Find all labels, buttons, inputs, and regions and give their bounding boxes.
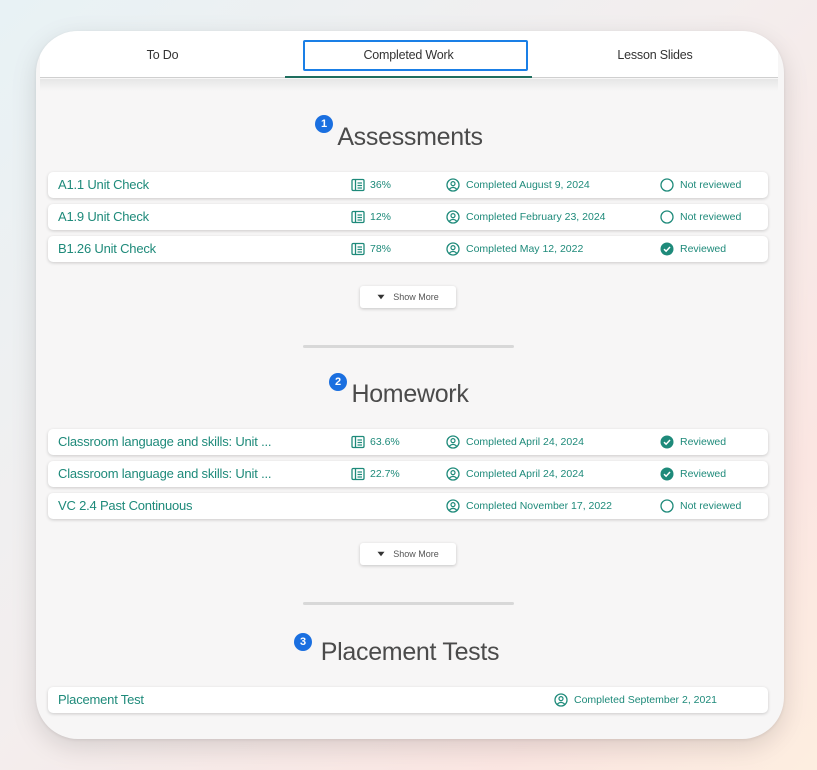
review-status-label: Not reviewed: [680, 179, 742, 191]
tab-to-do[interactable]: To Do: [40, 31, 285, 78]
assessments-heading: Assessments: [337, 123, 483, 151]
completed-date: Completed August 9, 2024: [466, 179, 590, 191]
check-circle-icon: [660, 435, 674, 449]
user-circle-icon: [446, 242, 460, 256]
assessment-row[interactable]: A1.9 Unit Check 12% Completed February 2…: [48, 204, 768, 230]
review-status-label: Reviewed: [680, 243, 727, 255]
review-status: Reviewed: [660, 429, 726, 455]
homework-name: Classroom language and skills: Unit ...: [58, 434, 272, 449]
placement-test-name: Placement Test: [58, 692, 144, 707]
gradebook-icon: [351, 435, 365, 449]
caret-down-icon: [377, 551, 385, 557]
gradebook-icon: [351, 210, 365, 224]
completed-work-card: To Do Completed Work Lesson Slides 1 Ass…: [36, 31, 784, 739]
score-cell: 12%: [351, 204, 391, 230]
completed-date: Completed February 23, 2024: [466, 211, 606, 223]
gradebook-icon: [351, 178, 365, 192]
review-status-label: Not reviewed: [680, 500, 742, 512]
completed-date: Completed April 24, 2024: [466, 468, 584, 480]
score-value: 12%: [370, 211, 392, 223]
user-circle-icon: [446, 210, 460, 224]
homework-heading: Homework: [351, 380, 469, 408]
score-value: 22.7%: [370, 468, 400, 480]
completed-cell: Completed April 24, 2024: [446, 461, 584, 487]
assessment-name: A1.9 Unit Check: [58, 209, 149, 224]
active-tab-indicator: [285, 76, 532, 78]
review-status-label: Reviewed: [680, 436, 727, 448]
homework-name: Classroom language and skills: Unit ...: [58, 466, 272, 481]
review-status: Not reviewed: [660, 493, 741, 519]
homework-name: VC 2.4 Past Continuous: [58, 498, 193, 513]
review-status-label: Reviewed: [680, 468, 727, 480]
user-circle-icon: [554, 693, 568, 707]
check-circle-icon: [660, 467, 674, 481]
completed-cell: Completed April 24, 2024: [446, 429, 584, 455]
section-divider: [303, 345, 514, 348]
assessment-name: B1.26 Unit Check: [58, 241, 156, 256]
empty-circle-icon: [660, 499, 674, 513]
score-value: 36%: [370, 179, 392, 191]
section-divider: [303, 602, 514, 605]
show-more-label: Show More: [393, 292, 439, 302]
assessment-row[interactable]: A1.1 Unit Check 36% Completed August 9, …: [48, 172, 768, 198]
completed-cell: Completed August 9, 2024: [446, 172, 590, 198]
review-status: Not reviewed: [660, 172, 741, 198]
user-circle-icon: [446, 467, 460, 481]
review-status: Reviewed: [660, 236, 726, 262]
empty-circle-icon: [660, 178, 674, 192]
review-status: Reviewed: [660, 461, 726, 487]
assessment-row[interactable]: B1.26 Unit Check 78% Completed May 12, 2…: [48, 236, 768, 262]
review-status: Not reviewed: [660, 204, 741, 230]
completed-cell: Completed May 12, 2022: [446, 236, 583, 262]
score-cell: 63.6%: [351, 429, 400, 455]
completed-cell: Completed September 2, 2021: [554, 687, 717, 713]
user-circle-icon: [446, 499, 460, 513]
assessments-show-more-button[interactable]: Show More: [360, 286, 456, 308]
user-circle-icon: [446, 435, 460, 449]
homework-row[interactable]: Classroom language and skills: Unit ... …: [48, 429, 768, 455]
completed-cell: Completed February 23, 2024: [446, 204, 606, 230]
homework-row[interactable]: VC 2.4 Past Continuous Completed Novembe…: [48, 493, 768, 519]
completed-date: Completed November 17, 2022: [466, 500, 612, 512]
score-cell: 78%: [351, 236, 391, 262]
empty-circle-icon: [660, 210, 674, 224]
completed-date: Completed April 24, 2024: [466, 436, 584, 448]
focus-highlight: [303, 40, 528, 71]
completed-date: Completed May 12, 2022: [466, 243, 584, 255]
score-cell: 22.7%: [351, 461, 400, 487]
user-circle-icon: [446, 178, 460, 192]
score-value: 63.6%: [370, 436, 400, 448]
completed-cell: Completed November 17, 2022: [446, 493, 612, 519]
placement-test-row[interactable]: Placement Test Completed September 2, 20…: [48, 687, 768, 713]
gradebook-icon: [351, 467, 365, 481]
caret-down-icon: [377, 294, 385, 300]
gradebook-icon: [351, 242, 365, 256]
tab-lesson-slides[interactable]: Lesson Slides: [532, 31, 778, 78]
assessment-name: A1.1 Unit Check: [58, 177, 149, 192]
tab-bar-shadow: [40, 79, 778, 91]
completed-date: Completed September 2, 2021: [574, 694, 718, 706]
placement-tests-heading: Placement Tests: [320, 638, 500, 666]
show-more-label: Show More: [393, 549, 439, 559]
score-value: 78%: [370, 243, 392, 255]
homework-show-more-button[interactable]: Show More: [360, 543, 456, 565]
tab-bar: To Do Completed Work Lesson Slides: [40, 31, 778, 78]
check-circle-icon: [660, 242, 674, 256]
score-cell: 36%: [351, 172, 391, 198]
homework-row[interactable]: Classroom language and skills: Unit ... …: [48, 461, 768, 487]
review-status-label: Not reviewed: [680, 211, 742, 223]
